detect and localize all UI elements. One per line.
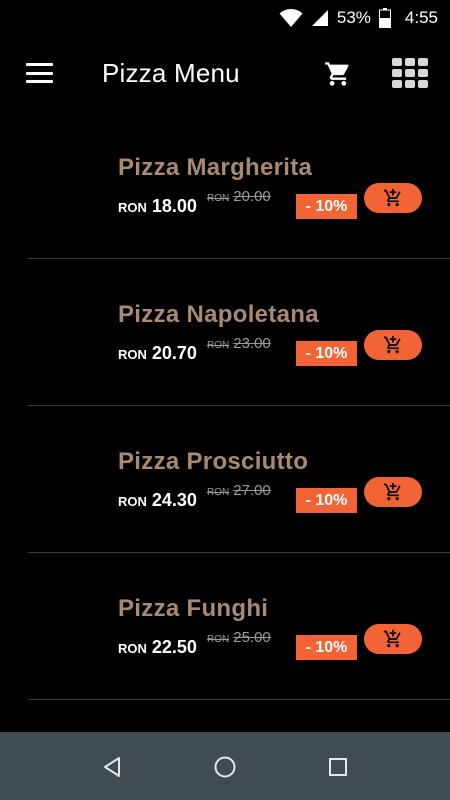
currency-label: RON xyxy=(207,340,230,351)
wifi-icon xyxy=(279,9,303,27)
home-icon[interactable] xyxy=(212,754,238,780)
divider xyxy=(28,699,450,700)
current-price: RON 20.70 xyxy=(118,343,197,364)
discount-badge: - 10% xyxy=(296,194,357,219)
add-to-cart-button[interactable] xyxy=(364,330,422,360)
battery-percent: 53% xyxy=(336,8,371,27)
old-price: RON 23.00 xyxy=(207,335,271,352)
currency-label: RON xyxy=(118,641,147,656)
cart-icon[interactable] xyxy=(324,60,352,88)
product-name: Pizza Prosciutto xyxy=(118,448,309,475)
discount-badge: - 10% xyxy=(296,635,357,660)
currency-label: RON xyxy=(207,193,230,204)
clock: 4:55 xyxy=(404,8,438,27)
recents-icon[interactable] xyxy=(325,754,351,780)
discount-badge: - 10% xyxy=(296,488,357,513)
add-to-cart-button[interactable] xyxy=(364,183,422,213)
back-icon[interactable] xyxy=(99,754,125,780)
add-shopping-cart-icon xyxy=(383,482,401,501)
product-name: Pizza Margherita xyxy=(118,154,313,181)
list-item[interactable]: Pizza Margherita RON 18.00 RON 20.00 - 1… xyxy=(0,112,450,259)
menu-icon[interactable] xyxy=(26,63,53,83)
add-to-cart-button[interactable] xyxy=(364,477,422,507)
list-item[interactable]: Pizza Prosciutto RON 24.30 RON 27.00 - 1… xyxy=(0,406,450,553)
system-nav-bar xyxy=(0,732,450,800)
price-value: 18.00 xyxy=(151,196,197,216)
current-price: RON 18.00 xyxy=(118,196,197,217)
currency-label: RON xyxy=(118,494,147,509)
list-item[interactable]: Pizza Napoletana RON 20.70 RON 23.00 - 1… xyxy=(0,259,450,406)
currency-label: RON xyxy=(207,487,230,498)
add-shopping-cart-icon xyxy=(383,629,401,648)
price-value: 20.70 xyxy=(151,343,197,363)
old-price-value: 27.00 xyxy=(233,482,271,499)
list-item[interactable]: Pizza Funghi RON 22.50 RON 25.00 - 10% xyxy=(0,553,450,700)
currency-label: RON xyxy=(207,634,230,645)
currency-label: RON xyxy=(118,200,147,215)
product-name: Pizza Napoletana xyxy=(118,301,319,328)
grid-view-icon[interactable] xyxy=(392,58,428,88)
app-bar: Pizza Menu xyxy=(0,36,450,112)
page-title: Pizza Menu xyxy=(102,58,240,88)
current-price: RON 22.50 xyxy=(118,637,197,658)
add-shopping-cart-icon xyxy=(383,335,401,354)
old-price-value: 23.00 xyxy=(233,335,271,352)
product-name: Pizza Funghi xyxy=(118,595,269,622)
discount-badge: - 10% xyxy=(296,341,357,366)
add-to-cart-button[interactable] xyxy=(364,624,422,654)
old-price: RON 27.00 xyxy=(207,482,271,499)
currency-label: RON xyxy=(118,347,147,362)
battery-icon xyxy=(378,8,391,28)
price-value: 22.50 xyxy=(151,637,197,657)
menu-list: Pizza Margherita RON 18.00 RON 20.00 - 1… xyxy=(0,112,450,700)
old-price-value: 20.00 xyxy=(233,188,271,205)
old-price: RON 25.00 xyxy=(207,629,271,646)
old-price: RON 20.00 xyxy=(207,188,271,205)
add-shopping-cart-icon xyxy=(383,188,401,207)
cell-signal-icon xyxy=(311,10,328,26)
status-bar: 53% 4:55 xyxy=(0,0,450,36)
price-value: 24.30 xyxy=(151,490,197,510)
old-price-value: 25.00 xyxy=(233,629,271,646)
current-price: RON 24.30 xyxy=(118,490,197,511)
